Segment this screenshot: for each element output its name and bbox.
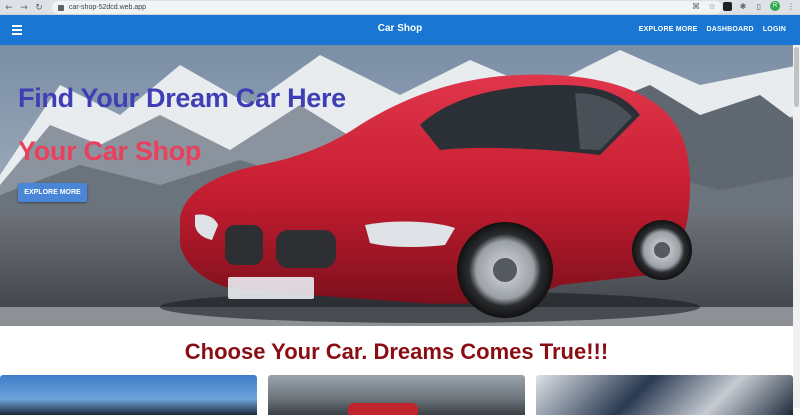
nav-dashboard[interactable]: DASHBOARD [707, 26, 754, 33]
url-text: car-shop-52dcd.web.app [69, 4, 147, 11]
car-card-1[interactable] [0, 375, 257, 415]
nav-login[interactable]: LOGIN [763, 26, 786, 33]
forward-arrow-icon[interactable]: → [18, 2, 30, 14]
extensions-puzzle-icon[interactable]: ✱ [738, 1, 748, 11]
share-icon[interactable]: ⌘ [691, 1, 701, 11]
car-card-2[interactable] [268, 375, 525, 415]
hero-subtitle: Your Car Shop [18, 136, 202, 166]
scrollbar-thumb[interactable] [794, 47, 799, 107]
hero-banner: Find Your Dream Car Here Your Car Shop E… [0, 45, 800, 326]
car-card-3[interactable] [536, 375, 793, 415]
more-vert-icon[interactable]: ⋮ [786, 1, 796, 11]
bookmark-star-icon[interactable]: ☆ [707, 1, 717, 11]
lock-icon [58, 4, 64, 11]
address-bar[interactable]: car-shop-52dcd.web.app [52, 1, 722, 14]
car-card-2-image [348, 403, 418, 415]
nav-links: EXPLORE MORE DASHBOARD LOGIN [639, 26, 786, 33]
hamburger-menu-icon[interactable] [12, 25, 22, 35]
extension-icon[interactable] [723, 1, 732, 11]
app-bar: Car Shop EXPLORE MORE DASHBOARD LOGIN [0, 15, 800, 45]
reload-icon[interactable]: ↻ [33, 2, 45, 14]
explore-more-button[interactable]: EXPLORE MORE [18, 183, 87, 202]
back-arrow-icon[interactable]: ← [3, 2, 15, 14]
section-title: Choose Your Car. Dreams Comes True!!! [184, 339, 609, 364]
browser-toolbar: ← → ↻ car-shop-52dcd.web.app ⌘ ☆ ✱ ▯ R ⋮ [0, 0, 800, 15]
hero-title: Find Your Dream Car Here [18, 83, 346, 113]
sidebar-icon[interactable]: ▯ [754, 1, 764, 11]
profile-avatar[interactable]: R [770, 1, 780, 11]
nav-explore-more[interactable]: EXPLORE MORE [639, 26, 698, 33]
